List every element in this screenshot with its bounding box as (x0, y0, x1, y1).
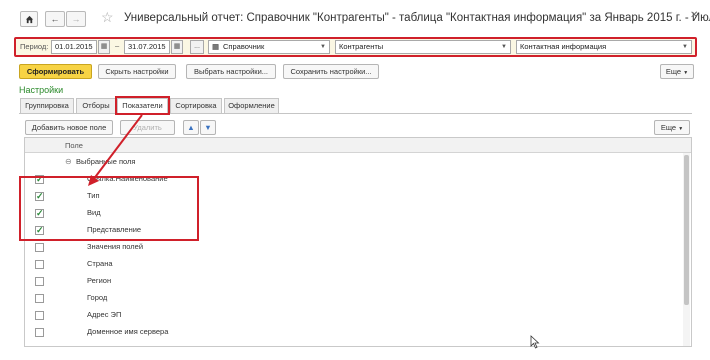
annotation-arrow (88, 114, 143, 186)
mouse-cursor-icon (530, 335, 540, 349)
